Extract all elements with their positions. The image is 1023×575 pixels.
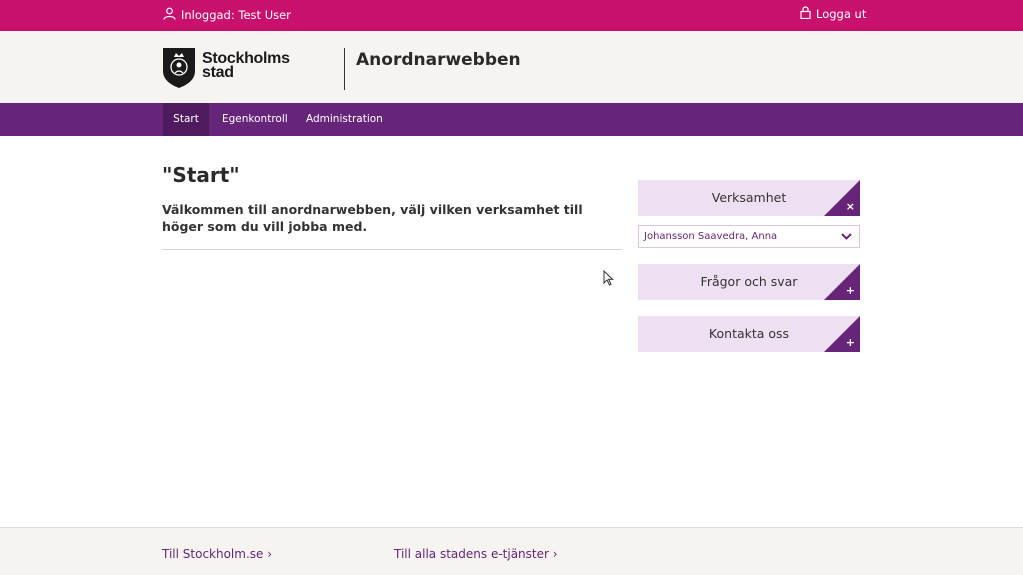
user-icon bbox=[163, 7, 176, 23]
logged-in-label: Inloggad: Test User bbox=[181, 8, 291, 22]
close-icon: × bbox=[845, 200, 855, 213]
plus-icon: + bbox=[845, 336, 855, 349]
verksamhet-select[interactable]: Johansson Saavedra, Anna bbox=[638, 225, 860, 248]
verksamhet-button[interactable]: Verksamhet × bbox=[638, 180, 860, 216]
logo-text: Stockholms stad bbox=[202, 47, 290, 81]
e-services-link[interactable]: Till alla stadens e-tjänster › bbox=[394, 547, 558, 561]
mouse-cursor-icon bbox=[603, 269, 614, 290]
content-divider bbox=[162, 249, 622, 250]
logo-line-2: stad bbox=[202, 64, 234, 81]
stockholm-logo[interactable]: Stockholms stad bbox=[162, 47, 290, 93]
site-footer: Till Stockholm.se › Till alla stadens e-… bbox=[0, 527, 1023, 575]
app-title: Anordnarwebben bbox=[356, 50, 521, 70]
faq-button[interactable]: Frågor och svar + bbox=[638, 264, 860, 300]
logout-label: Logga ut bbox=[816, 7, 867, 21]
main-nav: Start Egenkontroll Administration bbox=[0, 103, 1023, 136]
nav-item-egenkontroll[interactable]: Egenkontroll bbox=[222, 103, 288, 136]
logged-in-user: Inloggad: Test User bbox=[163, 7, 291, 23]
nav-item-start[interactable]: Start bbox=[163, 103, 209, 136]
contact-button[interactable]: Kontakta oss + bbox=[638, 316, 860, 352]
site-header: Stockholms stad Anordnarwebben bbox=[0, 31, 1023, 103]
intro-text: Välkommen till anordnarwebben, välj vilk… bbox=[162, 202, 583, 234]
stockholm-link[interactable]: Till Stockholm.se › bbox=[162, 547, 272, 561]
logout-button[interactable]: Logga ut bbox=[800, 6, 866, 22]
top-bar: Inloggad: Test User Logga ut bbox=[0, 0, 1023, 31]
header-divider bbox=[344, 48, 345, 90]
nav-item-administration[interactable]: Administration bbox=[306, 103, 383, 136]
chevron-down-icon bbox=[841, 226, 852, 254]
city-crest-icon bbox=[162, 47, 196, 93]
plus-icon: + bbox=[845, 284, 855, 297]
page-title: "Start" bbox=[162, 163, 240, 187]
selected-verksamhet: Johansson Saavedra, Anna bbox=[644, 231, 778, 242]
lock-icon bbox=[800, 6, 811, 22]
